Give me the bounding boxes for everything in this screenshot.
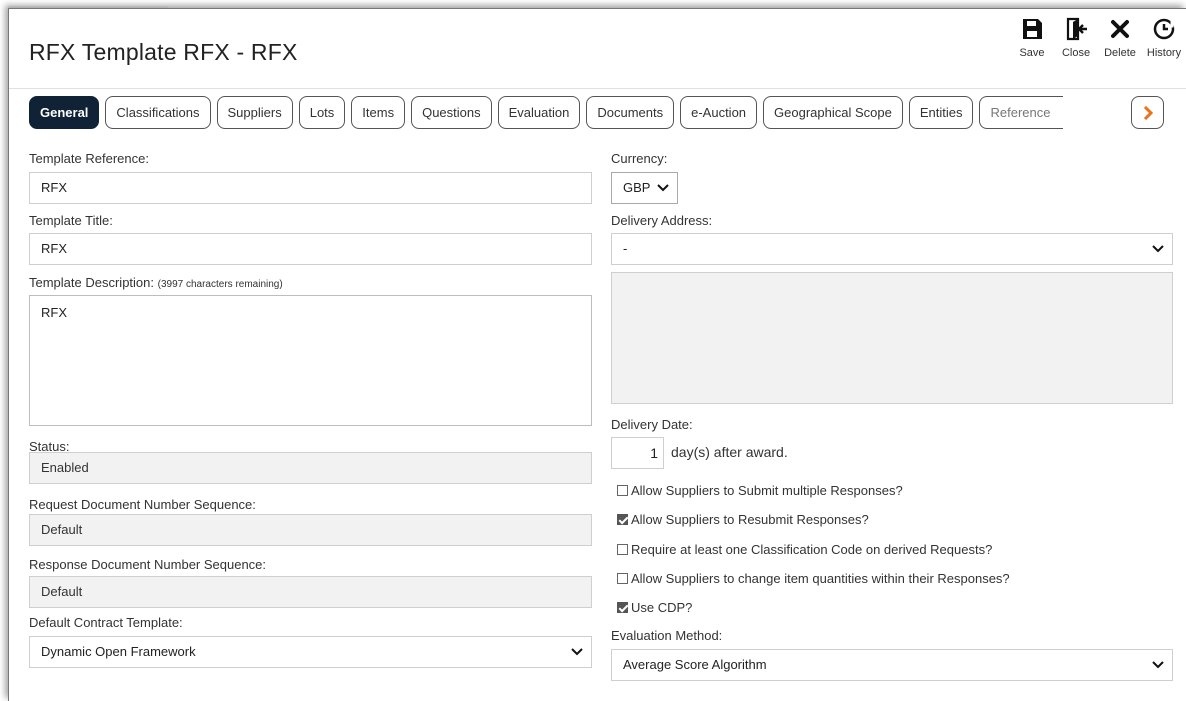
tab-lots[interactable]: Lots [298,95,346,129]
tab-general[interactable]: General [29,95,100,129]
chevron-down-icon [657,184,669,192]
checkbox-label: Allow Suppliers to Resubmit Responses? [631,512,869,527]
delivery-address-preview [611,272,1173,404]
template-reference-label: Template Reference: [29,151,149,166]
chevron-down-icon [571,648,583,656]
toolbar: Save Close Delete History [1010,17,1186,59]
page-header: RFX Template RFX - RFX Save Close Delete… [9,9,1186,89]
response-sequence-field: Default [29,576,592,608]
tab-evaluation[interactable]: Evaluation [497,95,581,129]
floppy-disk-icon [1023,19,1042,39]
checkbox-use-cdp[interactable]: Use CDP? [617,600,692,615]
checkbox-label: Allow Suppliers to change item quantitie… [631,571,1010,586]
request-sequence-label: Request Document Number Sequence: [29,497,256,512]
tab-reference[interactable]: Reference [979,95,1064,129]
tab-geographical-scope[interactable]: Geographical Scope [763,95,903,129]
chevron-down-icon [1152,245,1164,253]
tab-bar: General Classifications Suppliers Lots I… [29,92,1184,132]
evaluation-method-value: Average Score Algorithm [623,657,767,672]
delete-button[interactable]: Delete [1098,17,1142,59]
delivery-days-suffix: day(s) after award. [671,444,788,460]
close-button[interactable]: Close [1054,17,1098,59]
delivery-date-label: Delivery Date: [611,417,693,432]
save-button[interactable]: Save [1010,17,1054,59]
history-button[interactable]: History [1142,17,1186,59]
contract-template-label: Default Contract Template: [29,615,183,630]
template-title-input[interactable]: RFX [29,233,592,265]
checkbox-box[interactable] [617,602,628,613]
checkbox-box[interactable] [617,573,628,584]
template-reference-input[interactable]: RFX [29,172,592,204]
template-title-label: Template Title: [29,213,113,228]
request-sequence-field: Default [29,514,592,546]
checkbox-require-classification[interactable]: Require at least one Classification Code… [617,542,992,557]
tab-documents[interactable]: Documents [586,95,675,129]
delivery-days-input[interactable]: 1 [611,437,664,469]
page-title: RFX Template RFX - RFX [29,39,298,65]
tab-items[interactable]: Items [351,95,406,129]
save-label: Save [1019,47,1045,59]
chevron-down-icon [1152,661,1164,669]
evaluation-method-label: Evaluation Method: [611,628,723,643]
characters-remaining: (3997 characters remaining) [157,279,283,290]
checkbox-multiple-responses[interactable]: Allow Suppliers to Submit multiple Respo… [617,483,903,498]
checkbox-resubmit-responses[interactable]: Allow Suppliers to Resubmit Responses? [617,512,869,527]
delete-label: Delete [1104,47,1136,59]
delivery-address-label: Delivery Address: [611,213,713,228]
status-field: Enabled [29,452,592,484]
checkbox-label: Require at least one Classification Code… [631,542,993,557]
checkbox-change-quantities[interactable]: Allow Suppliers to change item quantitie… [617,571,1010,586]
delivery-address-select[interactable]: - [611,233,1173,265]
template-description-textarea[interactable]: RFX [29,295,592,426]
x-cross-icon [1111,20,1129,38]
tab-questions[interactable]: Questions [411,95,492,129]
tab-suppliers[interactable]: Suppliers [216,95,293,129]
description-label-text: Template Description: [29,275,154,290]
currency-select[interactable]: GBP [611,172,678,204]
clock-history-icon [1153,18,1175,40]
template-window: RFX Template RFX - RFX Save Close Delete… [8,8,1186,701]
checkbox-box[interactable] [617,485,628,496]
checkbox-box[interactable] [617,544,628,555]
template-description-label: Template Description: (3997 characters r… [29,275,283,290]
delivery-address-value: - [623,241,628,256]
contract-template-select[interactable]: Dynamic Open Framework [29,636,592,668]
checkbox-label: Use CDP? [631,600,693,615]
currency-value: GBP [623,180,651,195]
tab-classifications[interactable]: Classifications [105,95,211,129]
checkbox-box[interactable] [617,514,628,525]
exit-door-icon [1066,17,1087,41]
chevron-right-icon [1143,105,1153,120]
tab-e-auction[interactable]: e-Auction [680,95,758,129]
tab-entities[interactable]: Entities [908,95,974,129]
response-sequence-label: Response Document Number Sequence: [29,557,267,572]
tabs-next-button[interactable] [1131,96,1164,129]
history-label: History [1146,47,1182,59]
close-label: Close [1061,47,1091,59]
currency-label: Currency: [611,151,668,166]
checkbox-label: Allow Suppliers to Submit multiple Respo… [631,483,903,498]
contract-template-value: Dynamic Open Framework [41,644,196,659]
evaluation-method-select[interactable]: Average Score Algorithm [611,649,1173,681]
